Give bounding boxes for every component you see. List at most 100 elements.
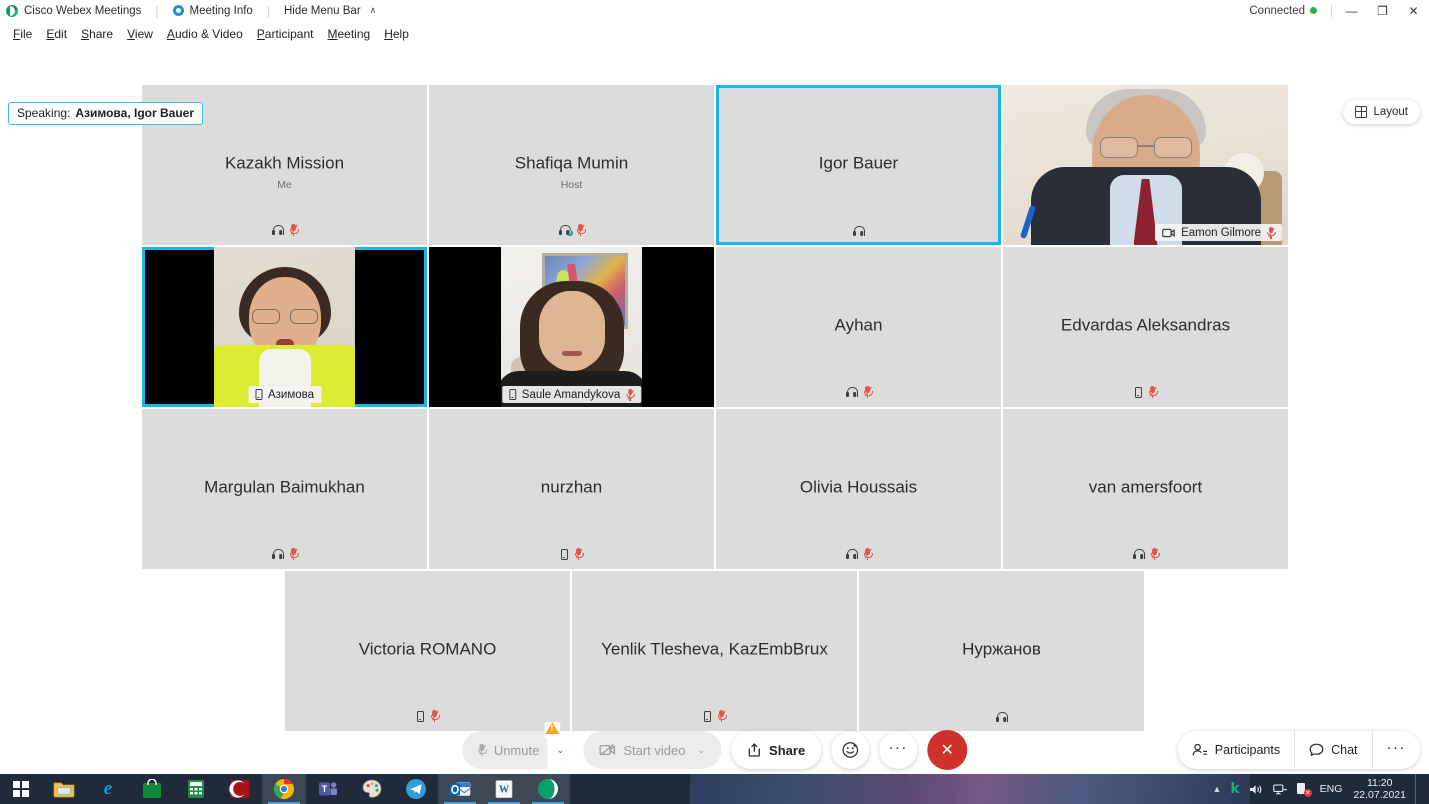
menu-item-file[interactable]: File [6,24,39,44]
mic-muted-icon [289,548,299,560]
menu-item-view[interactable]: View [120,24,160,44]
taskbar-calculator-icon[interactable] [174,774,218,804]
participant-status-icons [572,710,857,722]
participant-name: Eamon Gilmore [1181,226,1261,239]
headset-icon [845,387,858,397]
panel-more-button[interactable]: ··· [1373,731,1421,769]
start-button[interactable] [0,774,42,804]
minimize-button[interactable]: — [1336,0,1367,21]
menu-item-edit[interactable]: Edit [39,24,74,44]
show-desktop-button[interactable] [1415,774,1421,804]
phone-icon [254,389,262,400]
hide-menu-bar-button[interactable]: Hide Menu Bar [284,5,361,17]
taskbar-red-c-app-icon[interactable] [218,774,262,804]
participant-tile[interactable]: nurzhan [429,409,714,569]
volume-icon[interactable] [1249,783,1264,796]
mic-muted-icon [289,224,299,236]
mic-muted-icon [1148,386,1158,398]
menu-item-help[interactable]: Help [377,24,416,44]
participant-tile[interactable]: Eamon Gilmore [1003,85,1288,245]
close-button[interactable]: ✕ [1398,0,1429,21]
headset-presence-icon [558,225,573,236]
start-video-button[interactable]: Start video ⌄ [583,731,722,769]
layout-button-label: Layout [1373,106,1408,118]
mic-muted-icon [1150,548,1160,560]
participants-label: Participants [1214,743,1281,757]
participant-tile[interactable]: Shafiqa Mumin Host [429,85,714,245]
video-feed [1003,85,1288,245]
webex-meeting-window: Cisco Webex Meetings | Meeting Info | Hi… [0,0,1429,804]
clock-date: 22.07.2021 [1353,789,1406,801]
video-icon [1162,228,1175,238]
taskbar-internet-explorer-icon[interactable]: e [86,774,130,804]
reactions-button[interactable] [831,731,870,769]
svg-text:W: W [499,785,509,796]
participant-tile[interactable]: Ayhan [716,247,1001,407]
participant-tile[interactable]: Азимова [142,247,427,407]
unmute-button-label: Unmute [493,742,540,758]
taskbar-google-chrome-icon[interactable] [262,774,306,804]
title-divider-1: | [155,3,159,18]
chat-button[interactable]: Chat [1295,731,1371,769]
chevron-up-icon[interactable]: ∧ [370,5,377,16]
menu-item-meeting[interactable]: Meeting [321,24,378,44]
action-center-icon[interactable]: ✕ [1296,782,1312,797]
headset-icon [1132,549,1145,559]
menu-item-participant[interactable]: Participant [250,24,321,44]
taskbar-microsoft-teams-icon[interactable]: T [306,774,350,804]
participants-button[interactable]: Participants [1178,731,1294,769]
taskbar-microsoft-word-icon[interactable]: W [482,774,526,804]
maximize-button[interactable]: ❐ [1367,0,1398,21]
clock[interactable]: 11:20 22.07.2021 [1351,777,1406,801]
participant-tile[interactable]: Edvardas Aleksandras [1003,247,1288,407]
mic-muted-icon [863,548,873,560]
clock-time: 11:20 [1366,776,1393,789]
meeting-info-icon[interactable] [172,5,184,16]
participant-name: Нуржанов [962,639,1041,659]
menu-item-audio-video[interactable]: Audio & Video [160,24,250,44]
participant-tile[interactable]: Olivia Houssais [716,409,1001,569]
app-title: Cisco Webex Meetings [24,4,142,17]
taskbar-file-explorer-icon[interactable] [42,774,86,804]
participant-tile[interactable]: Нуржанов [859,571,1144,731]
mic-muted-icon [574,548,584,560]
menu-item-share[interactable]: Share [74,24,120,44]
taskbar-webex-icon[interactable] [526,774,570,804]
headset-icon [271,549,284,559]
participant-status-icons [285,710,570,722]
mic-muted-icon [478,744,488,756]
taskbar-paint-icon[interactable] [350,774,394,804]
participant-name: Igor Bauer [818,153,899,173]
phone-icon [416,710,424,722]
participant-name: nurzhan [540,477,603,497]
layout-button[interactable]: Layout [1343,100,1420,124]
title-bar: Cisco Webex Meetings | Meeting Info | Hi… [0,0,1429,21]
taskbar-microsoft-store-icon[interactable] [130,774,174,804]
participant-tile[interactable]: Victoria ROMANO [285,571,570,731]
more-options-button[interactable]: ··· [879,731,918,769]
participant-tile[interactable]: Margulan Baimukhan [142,409,427,569]
meeting-controls-right: Participants Chat ··· [1177,731,1421,769]
participant-tile[interactable]: Yenlik Tlesheva, KazEmbBrux [572,571,857,731]
leave-meeting-button[interactable]: ✕ [927,730,968,770]
meeting-info-button[interactable]: Meeting Info [190,5,253,17]
participant-tile[interactable]: Igor Bauer [716,85,1001,245]
network-icon[interactable] [1272,783,1288,796]
video-feed [214,247,355,407]
participant-status-icons [142,548,427,560]
taskbar-outlook-icon[interactable] [438,774,482,804]
smiley-icon [841,741,859,759]
phone-icon [1134,386,1142,398]
taskbar-telegram-icon[interactable] [394,774,438,804]
participant-status-icons [429,548,714,560]
language-indicator[interactable]: ENG [1320,783,1343,795]
participant-tile[interactable]: van amersfoort [1003,409,1288,569]
connection-status-label: Connected [1249,4,1305,17]
participant-name: Saule Amandykova [521,388,621,401]
kaspersky-icon[interactable]: k [1230,781,1239,797]
share-button[interactable]: Share [731,731,822,769]
tray-overflow-icon[interactable]: ▲ [1212,784,1221,794]
titlebar-divider [1331,4,1332,17]
participant-tile[interactable]: Saule Amandykova [429,247,714,407]
ellipsis-icon: ··· [1386,738,1406,756]
